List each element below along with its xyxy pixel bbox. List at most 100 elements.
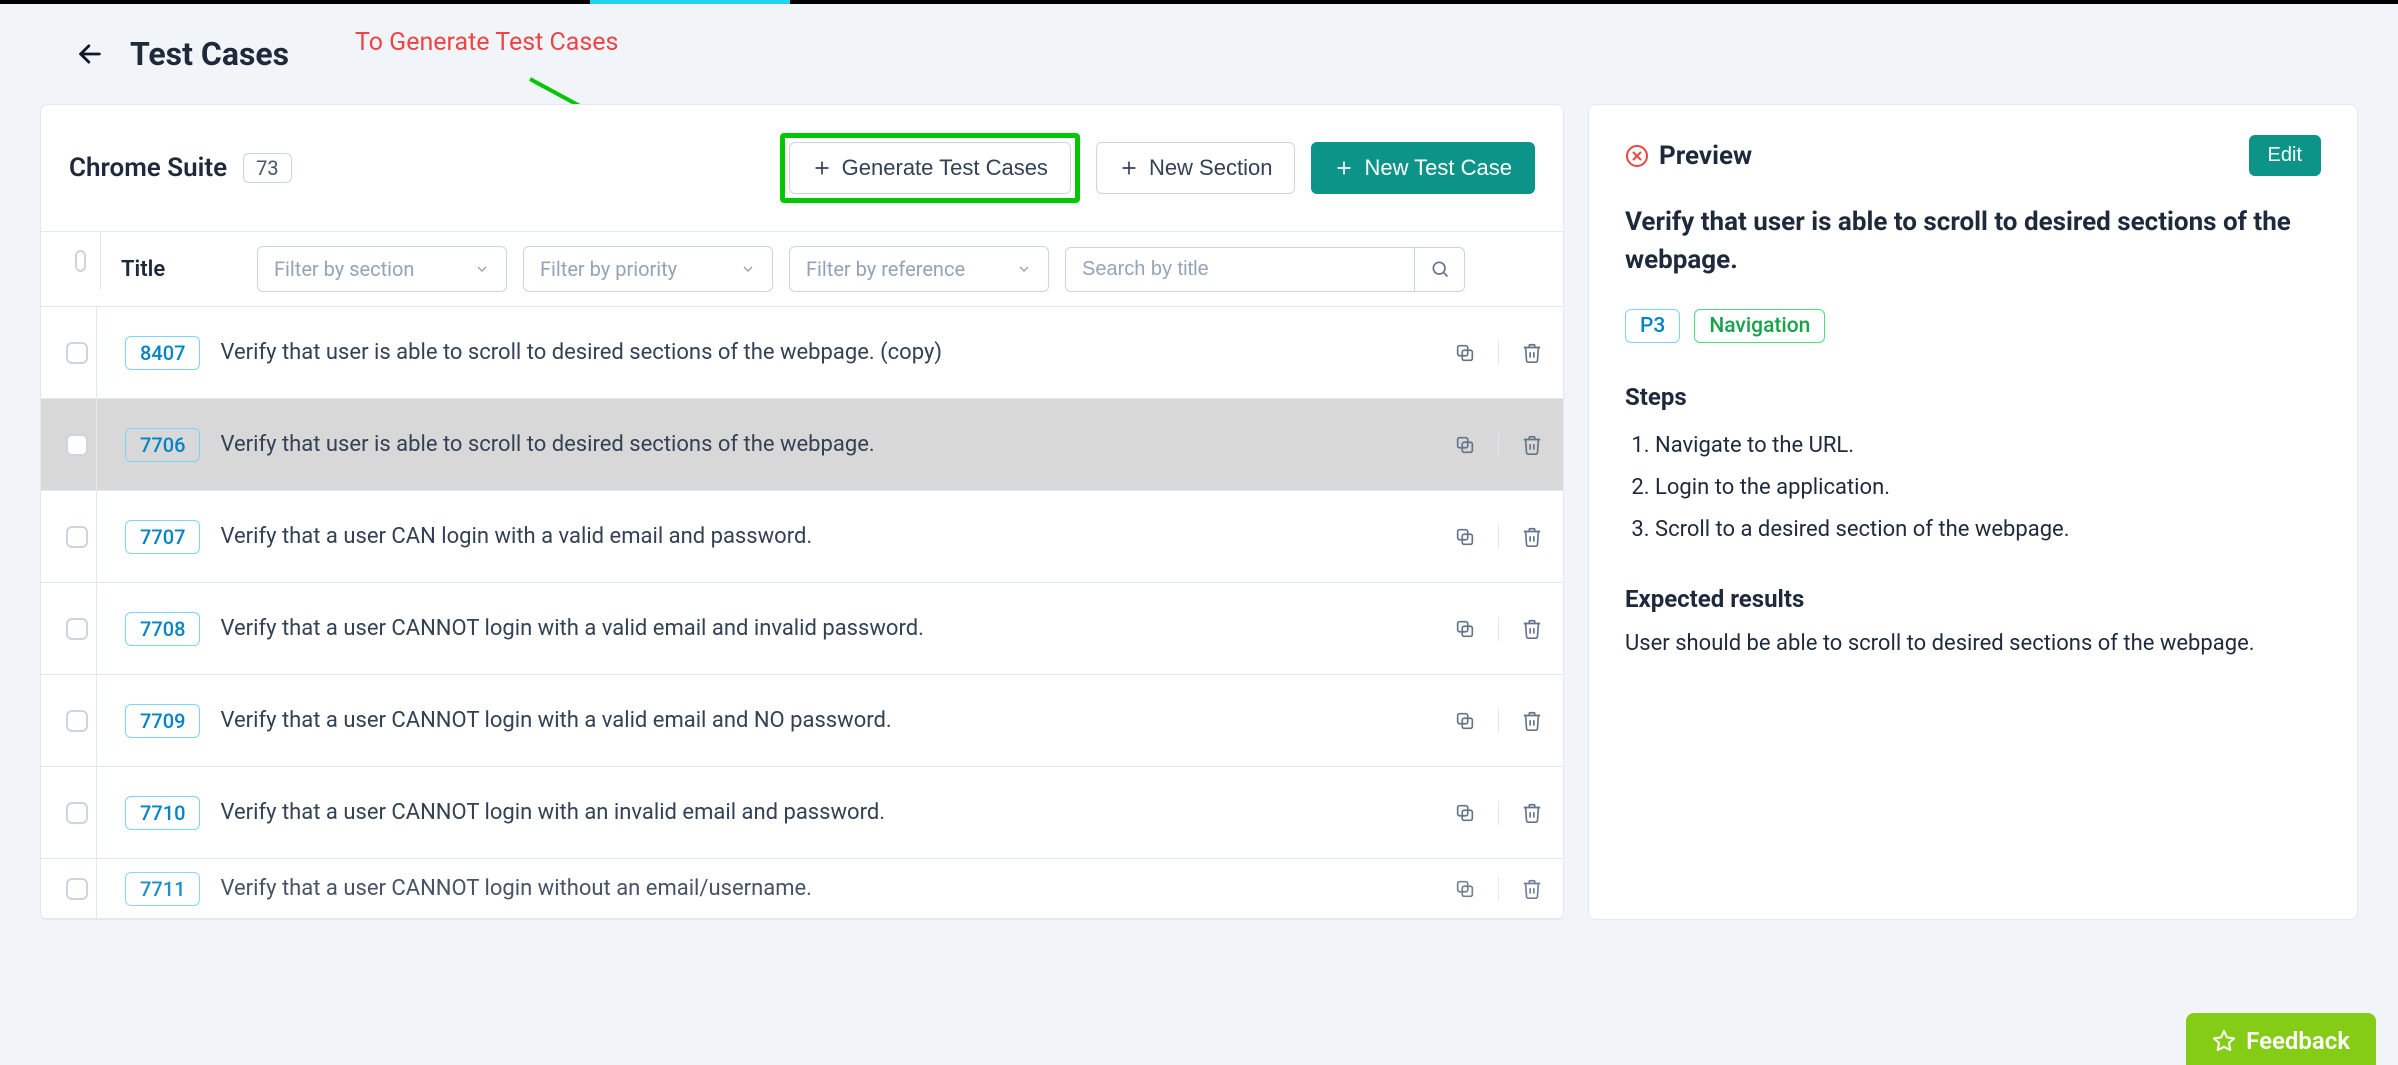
action-divider	[1498, 709, 1499, 733]
row-checkbox-cell[interactable]	[57, 491, 97, 582]
step-item: Navigate to the URL.	[1655, 425, 2321, 467]
preview-heading: Preview	[1659, 141, 1752, 171]
row-id[interactable]: 7708	[125, 612, 200, 646]
delete-button[interactable]	[1521, 526, 1543, 548]
action-divider	[1498, 877, 1499, 901]
filter-priority-placeholder: Filter by priority	[540, 257, 677, 281]
chevron-down-icon	[1016, 261, 1032, 277]
row-checkbox-cell[interactable]	[57, 767, 97, 858]
generate-highlight: Generate Test Cases	[780, 133, 1080, 203]
row-checkbox-cell[interactable]	[57, 307, 97, 398]
trash-icon	[1521, 434, 1543, 456]
filter-reference-select[interactable]: Filter by reference	[789, 246, 1049, 292]
delete-button[interactable]	[1521, 878, 1543, 900]
feedback-button[interactable]: Feedback	[2186, 1013, 2376, 1065]
row-checkbox[interactable]	[66, 802, 88, 824]
row-checkbox-cell[interactable]	[57, 399, 97, 490]
copy-icon	[1454, 802, 1476, 824]
row-id[interactable]: 7711	[125, 872, 200, 906]
expected-heading: Expected results	[1625, 585, 2321, 613]
suite-count: 73	[243, 153, 291, 183]
delete-button[interactable]	[1521, 342, 1543, 364]
table-row[interactable]: 7710 Verify that a user CANNOT login with…	[41, 767, 1563, 859]
copy-button[interactable]	[1454, 342, 1476, 364]
test-cases-panel: Chrome Suite 73 Generate Test Cases New …	[40, 104, 1564, 920]
copy-icon	[1454, 618, 1476, 640]
table-row[interactable]: 7709 Verify that a user CANNOT login with…	[41, 675, 1563, 767]
preview-title-text: Verify that user is able to scroll to de…	[1625, 204, 2321, 279]
copy-button[interactable]	[1454, 434, 1476, 456]
row-id[interactable]: 7706	[125, 428, 200, 462]
copy-button[interactable]	[1454, 526, 1476, 548]
row-id[interactable]: 7710	[125, 796, 200, 830]
trash-icon	[1521, 802, 1543, 824]
row-checkbox[interactable]	[66, 526, 88, 548]
preview-panel: Preview Edit Verify that user is able to…	[1588, 104, 2358, 920]
table-row[interactable]: 7707Verify that a user CAN login with a …	[41, 491, 1563, 583]
copy-icon	[1454, 710, 1476, 732]
chevron-down-icon	[740, 261, 756, 277]
back-button[interactable]	[70, 34, 110, 74]
table-row[interactable]: 7711 Verify that a user CANNOT login with…	[41, 859, 1563, 919]
row-checkbox[interactable]	[66, 878, 88, 900]
delete-button[interactable]	[1521, 710, 1543, 732]
filter-row: Title Filter by section Filter by priori…	[41, 231, 1563, 307]
table-row[interactable]: 8407Verify that user is able to scroll t…	[41, 307, 1563, 399]
action-divider	[1498, 525, 1499, 549]
generate-label: Generate Test Cases	[842, 155, 1048, 181]
plus-icon	[812, 158, 832, 178]
row-id[interactable]: 7709	[125, 704, 200, 738]
search-input[interactable]	[1066, 248, 1414, 291]
row-checkbox[interactable]	[66, 434, 88, 456]
rows-container: 8407 Verify that user is able to scroll t…	[41, 307, 1563, 919]
steps-list: Navigate to the URL.Login to the applica…	[1625, 425, 2321, 550]
copy-icon	[1454, 526, 1476, 548]
close-icon	[1625, 144, 1649, 168]
row-checkbox[interactable]	[66, 618, 88, 640]
row-checkbox-cell[interactable]	[57, 859, 97, 918]
edit-button[interactable]: Edit	[2249, 135, 2321, 176]
new-section-button[interactable]: New Section	[1096, 142, 1296, 194]
new-test-case-button[interactable]: New Test Case	[1311, 142, 1535, 194]
feedback-label: Feedback	[2246, 1027, 2350, 1055]
delete-button[interactable]	[1521, 802, 1543, 824]
row-checkbox-cell[interactable]	[57, 583, 97, 674]
row-id[interactable]: 7707	[125, 520, 200, 554]
star-icon	[2212, 1029, 2236, 1053]
select-all-cell[interactable]	[61, 232, 101, 290]
row-title: Verify that a user CANNOT login with a v…	[220, 708, 1434, 733]
filter-priority-select[interactable]: Filter by priority	[523, 246, 773, 292]
step-item: Login to the application.	[1655, 467, 2321, 509]
trash-icon	[1521, 342, 1543, 364]
copy-button[interactable]	[1454, 878, 1476, 900]
close-preview-button[interactable]	[1625, 144, 1649, 168]
action-divider	[1498, 617, 1499, 641]
row-checkbox[interactable]	[66, 710, 88, 732]
copy-button[interactable]	[1454, 618, 1476, 640]
filter-section-select[interactable]: Filter by section	[257, 246, 507, 292]
steps-heading: Steps	[1625, 383, 2321, 411]
table-row[interactable]: 7708Verify that a user CANNOT login with…	[41, 583, 1563, 675]
select-all-checkbox[interactable]	[75, 250, 86, 272]
copy-button[interactable]	[1454, 710, 1476, 732]
delete-button[interactable]	[1521, 618, 1543, 640]
delete-button[interactable]	[1521, 434, 1543, 456]
suite-name: Chrome Suite	[69, 153, 227, 183]
page-header: Test Cases To Generate Test Cases	[0, 4, 2398, 104]
row-title: Verify that user is able to scroll to de…	[220, 432, 1434, 457]
page-title: Test Cases	[130, 35, 289, 73]
search-button[interactable]	[1414, 248, 1464, 291]
new-section-label: New Section	[1149, 155, 1273, 181]
row-title: Verify that a user CANNOT login with an …	[220, 800, 1434, 825]
new-test-case-label: New Test Case	[1364, 155, 1512, 181]
row-checkbox[interactable]	[66, 342, 88, 364]
title-column-header: Title	[121, 257, 241, 282]
row-checkbox-cell[interactable]	[57, 675, 97, 766]
copy-icon	[1454, 342, 1476, 364]
row-title: Verify that a user CANNOT login without …	[220, 876, 1434, 901]
row-id[interactable]: 8407	[125, 336, 200, 370]
table-row[interactable]: 7706 Verify that user is able to scroll t…	[41, 399, 1563, 491]
copy-button[interactable]	[1454, 802, 1476, 824]
generate-test-cases-button[interactable]: Generate Test Cases	[789, 142, 1071, 194]
expected-text: User should be able to scroll to desired…	[1625, 627, 2321, 661]
